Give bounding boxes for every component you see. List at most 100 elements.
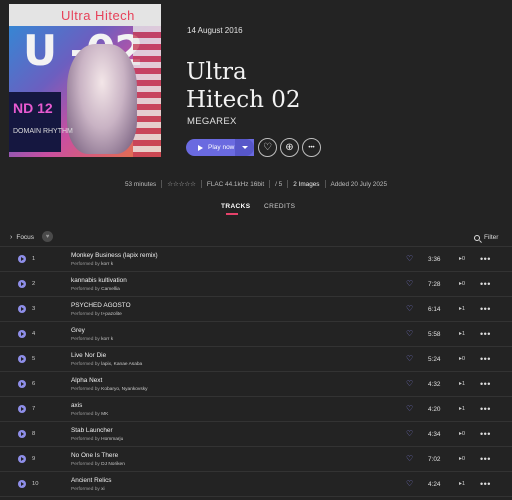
track-row[interactable]: 4 Grey Performed by korr k ♡ 5:58 ▸1 ••• [0, 322, 512, 347]
rating-stars[interactable]: ☆☆☆☆☆ [167, 181, 196, 188]
track-title[interactable]: No One Is There [71, 452, 118, 459]
play-count-value: 1 [461, 481, 466, 487]
play-track-icon[interactable] [18, 480, 26, 488]
track-row[interactable]: 9 No One Is There Performed by DJ Noriken ♡… [0, 447, 512, 472]
heart-icon[interactable]: ♡ [406, 479, 413, 488]
track-title[interactable]: axis [71, 402, 82, 409]
track-performers: Performed by korr k [71, 262, 113, 267]
performed-by-label: Performed by [71, 462, 100, 467]
heart-icon[interactable]: ♡ [406, 429, 413, 438]
track-row[interactable]: 2 kannabis kultivation Performed by Camell… [0, 272, 512, 297]
tab-tracks[interactable]: TRACKS [221, 203, 250, 210]
track-title[interactable]: kannabis kultivation [71, 277, 127, 284]
performer-names[interactable]: t+pazolite [101, 312, 122, 317]
track-title[interactable]: Live Nor Die [71, 352, 106, 359]
track-row[interactable]: 5 Live Nor Die Performed by lapix, Kanae A… [0, 347, 512, 372]
add-to-playlist-button[interactable]: ⊕ [280, 138, 299, 157]
performed-by-label: Performed by [71, 437, 100, 442]
heart-icon[interactable]: ♡ [406, 254, 413, 263]
heart-icon[interactable]: ♡ [406, 454, 413, 463]
track-title[interactable]: Grey [71, 327, 85, 334]
performer-names[interactable]: lapix, Kanae Asaba [101, 362, 142, 367]
more-icon[interactable]: ••• [480, 454, 491, 464]
track-title[interactable]: PSYCHED AGOSTO [71, 302, 131, 309]
performer-names[interactable]: Kobaryo, Nyankovsky [101, 387, 147, 392]
play-options-button[interactable] [235, 139, 254, 156]
track-count: / 5 [275, 181, 283, 188]
album-title-line2: Hitech 02 [186, 87, 301, 113]
play-track-icon[interactable] [18, 305, 26, 313]
play-track-icon[interactable] [18, 280, 26, 288]
tab-credits[interactable]: CREDITS [264, 203, 295, 210]
track-row[interactable]: 10 Ancient Relics Performed by xi ♡ 4:24 ▸1 ••… [0, 472, 512, 497]
track-title[interactable]: Alpha Next [71, 377, 102, 384]
album-meta: 53 minutes ☆☆☆☆☆ FLAC 44.1kHz 16bit / 5 2 Im… [0, 180, 512, 189]
search-icon [474, 234, 480, 241]
track-duration: 5:58 [428, 331, 441, 338]
performer-names[interactable]: xi [101, 487, 104, 492]
track-row[interactable]: 8 Stab Launcher Performed by Hommarju ♡ 4:34… [0, 422, 512, 447]
heart-icon[interactable]: ♡ [406, 379, 413, 388]
added-date: Added 20 July 2025 [330, 181, 388, 188]
filter-button[interactable]: Filter [474, 234, 498, 241]
track-row[interactable]: 6 Alpha Next Performed by Kobaryo, Nyankov… [0, 372, 512, 397]
track-row[interactable]: 3 PSYCHED AGOSTO Performed by t+pazolite ♡ 6… [0, 297, 512, 322]
track-title[interactable]: Stab Launcher [71, 427, 113, 434]
performed-by-label: Performed by [71, 487, 100, 492]
track-performers: Performed by MK [71, 412, 108, 417]
performer-names[interactable]: MK [101, 412, 108, 417]
play-count: ▸1 [459, 331, 465, 337]
track-title[interactable]: Ancient Relics [71, 477, 112, 484]
play-count-value: 1 [461, 331, 466, 337]
more-icon[interactable]: ••• [480, 279, 491, 289]
play-track-icon[interactable] [18, 355, 26, 363]
album-artist[interactable]: MEGAREX [187, 116, 237, 127]
play-track-icon[interactable] [18, 405, 26, 413]
focus-label: Focus [16, 234, 35, 241]
performer-names[interactable]: Hommarju [101, 437, 123, 442]
more-icon[interactable]: ••• [480, 329, 491, 339]
more-icon[interactable]: ••• [480, 479, 491, 489]
play-count-value: 0 [461, 281, 466, 287]
play-count: ▸1 [459, 306, 465, 312]
track-row[interactable]: 1 Monkey Business (lapix remix) Performed … [0, 247, 512, 272]
play-track-icon[interactable] [18, 430, 26, 438]
track-performers: Performed by t+pazolite [71, 312, 122, 317]
performer-names[interactable]: korr k [101, 337, 113, 342]
images-link[interactable]: 2 Images [293, 181, 319, 188]
heart-icon[interactable]: ♡ [406, 279, 413, 288]
performer-names[interactable]: Camellia [101, 287, 120, 292]
filter-favorites-button[interactable]: ♥ [42, 231, 53, 242]
more-options-button[interactable]: ••• [302, 138, 321, 157]
track-duration: 3:36 [428, 256, 441, 263]
play-label: Play now [208, 144, 235, 151]
track-title[interactable]: Monkey Business (lapix remix) [71, 252, 158, 259]
play-count-value: 1 [461, 406, 466, 412]
heart-icon[interactable]: ♡ [406, 329, 413, 338]
performer-names[interactable]: korr k [101, 262, 113, 267]
more-icon[interactable]: ••• [480, 429, 491, 439]
more-icon[interactable]: ••• [480, 404, 491, 414]
more-icon[interactable]: ••• [480, 354, 491, 364]
track-row[interactable]: 7 axis Performed by MK ♡ 4:20 ▸1 ••• [0, 397, 512, 422]
album-cover[interactable]: Ultra Hitech U -02 ND 12 DOMAIN RHYTHM [9, 4, 161, 157]
heart-icon[interactable]: ♡ [406, 354, 413, 363]
play-track-icon[interactable] [18, 380, 26, 388]
audio-quality: FLAC 44.1kHz 16bit [206, 181, 265, 188]
more-icon[interactable]: ••• [480, 304, 491, 314]
album-title: Ultra Hitech 02 [186, 58, 301, 114]
more-icon[interactable]: ••• [480, 379, 491, 389]
play-track-icon[interactable] [18, 330, 26, 338]
favorite-button[interactable]: ♡ [258, 138, 277, 157]
performer-names[interactable]: DJ Noriken [101, 462, 125, 467]
play-count-value: 0 [461, 456, 466, 462]
album-title-line1: Ultra [186, 59, 247, 85]
heart-icon[interactable]: ♡ [406, 304, 413, 313]
more-icon[interactable]: ••• [480, 254, 491, 264]
play-track-icon[interactable] [18, 255, 26, 263]
heart-icon[interactable]: ♡ [406, 404, 413, 413]
track-number: 10 [32, 481, 39, 487]
track-number: 8 [32, 431, 36, 437]
play-track-icon[interactable] [18, 455, 26, 463]
focus-toggle[interactable]: › Focus [10, 234, 34, 241]
